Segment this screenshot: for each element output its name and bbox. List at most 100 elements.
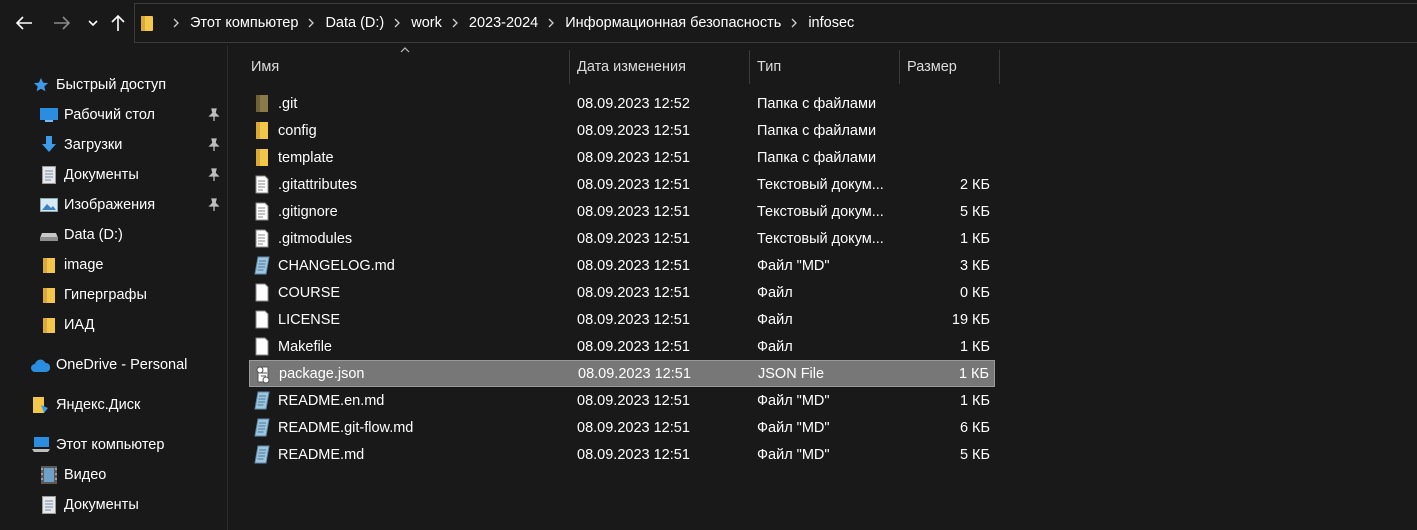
column-header-size[interactable]: Размер	[900, 50, 1000, 84]
pin-icon[interactable]	[208, 198, 220, 212]
file-name: COURSE	[278, 284, 341, 301]
sidebar-item-documents[interactable]: Документы	[0, 160, 228, 190]
back-button[interactable]	[8, 9, 40, 37]
yandex-disk-icon	[32, 396, 50, 414]
file-row[interactable]: README.md 08.09.2023 12:51 Файл "MD" 5 КБ	[249, 441, 995, 468]
file-type: Файл	[757, 284, 793, 301]
file-type: Файл "MD"	[757, 446, 830, 463]
file-row[interactable]: package.json 08.09.2023 12:51 JSON File 1 К…	[249, 360, 995, 387]
text-file-icon	[253, 175, 271, 194]
file-name: config	[278, 122, 317, 139]
file-type: Папка с файлами	[757, 149, 877, 166]
sidebar-item-documents-pc[interactable]: Документы	[0, 490, 228, 520]
file-row[interactable]: template 08.09.2023 12:51 Папка с файлами	[249, 144, 995, 171]
folder-icon	[40, 256, 58, 274]
sidebar-item-label: Изображения	[64, 197, 156, 213]
file-list: Имя Дата изменения Тип Размер .git 08.09.…	[229, 46, 1417, 530]
file-row[interactable]: .gitattributes 08.09.2023 12:51 Текстовый …	[249, 171, 995, 198]
breadcrumb-item[interactable]: Информационная безопасность	[565, 15, 781, 31]
file-name: template	[278, 149, 334, 166]
file-type: Файл "MD"	[757, 392, 830, 409]
folder-icon	[253, 94, 271, 113]
file-row[interactable]: .gitmodules 08.09.2023 12:51 Текстовый док…	[249, 225, 995, 252]
sidebar-item-this-pc[interactable]: Этот компьютер	[0, 430, 228, 460]
sidebar-item-pictures[interactable]: Изображения	[0, 190, 228, 220]
file-type: Файл "MD"	[757, 257, 830, 274]
sidebar-item-label: image	[64, 257, 104, 273]
up-button[interactable]	[104, 9, 132, 37]
file-row[interactable]: CHANGELOG.md 08.09.2023 12:51 Файл "MD" 3 К…	[249, 252, 995, 279]
sidebar-item-image[interactable]: image	[0, 250, 228, 280]
chevron-right-icon[interactable]	[548, 18, 555, 28]
column-header-name[interactable]: Имя	[244, 50, 570, 84]
arrow-up-icon	[111, 14, 125, 31]
sidebar-item-data-drive[interactable]: Data (D:)	[0, 220, 228, 250]
file-date: 08.09.2023 12:51	[577, 122, 690, 139]
sidebar-item-label: Документы	[64, 497, 139, 513]
file-date: 08.09.2023 12:51	[577, 149, 690, 166]
file-date: 08.09.2023 12:51	[577, 392, 690, 409]
file-name: LICENSE	[278, 311, 341, 328]
sidebar-item-iad[interactable]: ИАД	[0, 310, 228, 340]
sidebar-item-hypergraphs[interactable]: Гиперграфы	[0, 280, 228, 310]
sidebar-item-label: Рабочий стол	[64, 107, 156, 123]
sidebar-item-label: ИАД	[64, 317, 95, 333]
chevron-right-icon[interactable]	[791, 18, 798, 28]
sidebar-item-desktop[interactable]: Рабочий стол	[0, 100, 228, 130]
file-row[interactable]: config 08.09.2023 12:51 Папка с файлами	[249, 117, 995, 144]
file-name: .gitmodules	[278, 230, 353, 247]
file-size: 1 КБ	[959, 230, 990, 247]
sidebar-item-yandex-disk[interactable]: Яндекс.Диск	[0, 390, 228, 420]
pin-icon[interactable]	[208, 168, 220, 182]
file-name: .gitattributes	[278, 176, 357, 193]
pin-icon[interactable]	[208, 108, 220, 122]
file-name: Makefile	[278, 338, 332, 355]
file-date: 08.09.2023 12:51	[577, 338, 690, 355]
chevron-right-icon[interactable]	[308, 18, 315, 28]
breadcrumb-item[interactable]: Data (D:)	[325, 15, 384, 31]
cloud-icon	[30, 356, 50, 374]
sidebar-item-video[interactable]: Видео	[0, 460, 228, 490]
breadcrumb-item[interactable]: infosec	[808, 15, 854, 31]
address-bar[interactable]: Этот компьютер Data (D:) work 2023-2024 …	[134, 3, 1417, 43]
file-size: 1 КБ	[958, 365, 989, 382]
desktop-icon	[40, 106, 58, 124]
sidebar-item-quick-access[interactable]: Быстрый доступ	[0, 70, 228, 100]
chevron-right-icon[interactable]	[452, 18, 459, 28]
forward-button[interactable]	[46, 9, 78, 37]
file-row[interactable]: Makefile 08.09.2023 12:51 Файл 1 КБ	[249, 333, 995, 360]
file-row[interactable]: LICENSE 08.09.2023 12:51 Файл 19 КБ	[249, 306, 995, 333]
file-type: Папка с файлами	[757, 122, 877, 139]
chevron-right-icon	[173, 18, 180, 28]
sidebar-item-label: Быстрый доступ	[56, 77, 167, 93]
file-row[interactable]: COURSE 08.09.2023 12:51 Файл 0 КБ	[249, 279, 995, 306]
sidebar-item-onedrive[interactable]: OneDrive - Personal	[0, 350, 228, 380]
sidebar-item-label: OneDrive - Personal	[56, 357, 188, 373]
pin-icon[interactable]	[208, 138, 220, 152]
file-type: Файл	[757, 338, 793, 355]
breadcrumb-item[interactable]: work	[411, 15, 442, 31]
file-row[interactable]: README.git-flow.md 08.09.2023 12:51 Файл "…	[249, 414, 995, 441]
file-date: 08.09.2023 12:51	[577, 311, 690, 328]
file-row[interactable]: .git 08.09.2023 12:52 Папка с файлами	[249, 90, 995, 117]
recent-locations-button[interactable]	[82, 9, 104, 37]
file-date: 08.09.2023 12:51	[577, 230, 690, 247]
file-size: 1 КБ	[959, 338, 990, 355]
markdown-file-icon	[253, 256, 271, 275]
file-type: Текстовый докум...	[757, 230, 884, 247]
column-header-type[interactable]: Тип	[750, 50, 900, 84]
file-date: 08.09.2023 12:51	[577, 203, 690, 220]
markdown-file-icon	[253, 418, 271, 437]
file-type: Папка с файлами	[757, 95, 877, 112]
pictures-icon	[40, 196, 58, 214]
chevron-right-icon[interactable]	[394, 18, 401, 28]
column-header-date[interactable]: Дата изменения	[570, 50, 750, 84]
file-name: package.json	[279, 365, 365, 382]
breadcrumb-item[interactable]: Этот компьютер	[190, 15, 298, 31]
sidebar-item-label: Яндекс.Диск	[56, 397, 141, 413]
breadcrumb-item[interactable]: 2023-2024	[469, 15, 538, 31]
file-row[interactable]: .gitignore 08.09.2023 12:51 Текстовый доку…	[249, 198, 995, 225]
sidebar-item-downloads[interactable]: Загрузки	[0, 130, 228, 160]
file-type: Файл	[757, 311, 793, 328]
file-row[interactable]: README.en.md 08.09.2023 12:51 Файл "MD" 1 К…	[249, 387, 995, 414]
